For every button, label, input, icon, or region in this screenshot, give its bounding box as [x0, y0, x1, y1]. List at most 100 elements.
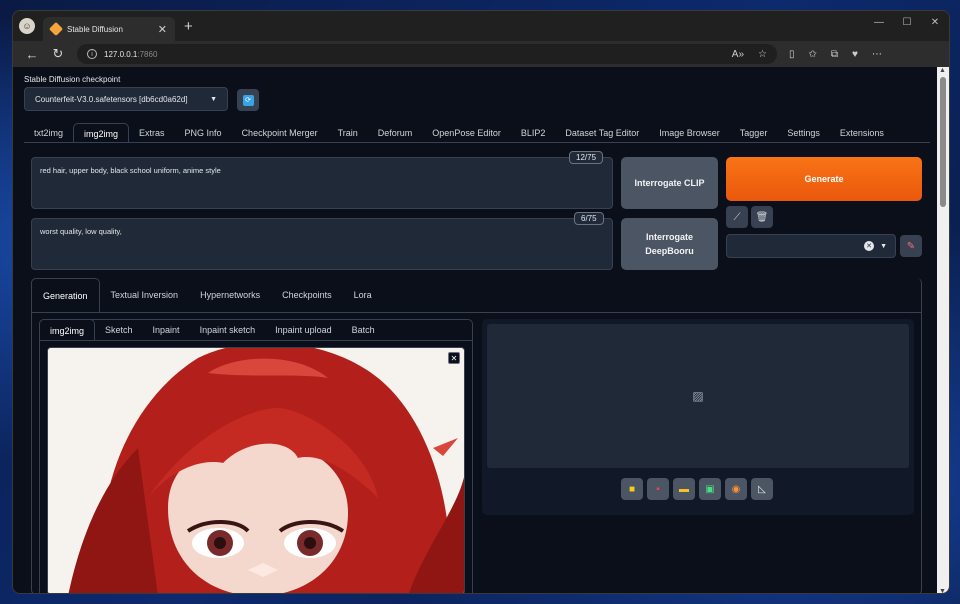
- tab-img2img[interactable]: img2img: [73, 123, 130, 143]
- tab-generation[interactable]: Generation: [31, 278, 100, 312]
- favorites-icon[interactable]: ✩: [809, 49, 817, 60]
- tab-txt2img[interactable]: txt2img: [24, 123, 73, 143]
- negative-token-counter: 6/75: [574, 212, 604, 225]
- favorite-star-icon[interactable]: ☆: [758, 49, 767, 60]
- tab-textual-inversion[interactable]: Textual Inversion: [100, 278, 190, 312]
- anime-girl-illustration: [48, 348, 464, 593]
- trash-icon: 🗑: [755, 211, 769, 223]
- paintbrush-icon: ✎: [906, 240, 916, 252]
- webui-page: Stable Diffusion checkpoint Counterfeit-…: [13, 67, 939, 593]
- scroll-thumb[interactable]: [940, 77, 946, 207]
- collections-icon[interactable]: ⧉: [831, 49, 838, 60]
- send-to-extras-button[interactable]: ◺: [751, 478, 773, 500]
- send-to-img2img-button[interactable]: ▣: [699, 478, 721, 500]
- reload-icon[interactable]: ↻: [45, 46, 71, 62]
- apply-style-button[interactable]: ✎: [900, 235, 922, 257]
- tab-inpaint-sketch[interactable]: Inpaint sketch: [190, 319, 266, 341]
- scroll-down-icon[interactable]: ▼: [939, 588, 946, 593]
- profile-avatar[interactable]: ☺: [19, 18, 35, 34]
- address-bar: ← ↻ i 127.0.0.1 :7860 A» ☆ ▯ ✩ ⧉ ♥ ⋯: [13, 41, 949, 67]
- tab-title: Stable Diffusion: [67, 24, 123, 34]
- url-port: :7860: [137, 49, 158, 59]
- tab-inpaint-upload[interactable]: Inpaint upload: [265, 319, 342, 341]
- ruler-icon: ◺: [758, 483, 766, 495]
- clear-selection-icon[interactable]: ✕: [864, 241, 875, 251]
- refresh-checkpoint-button[interactable]: ⟳: [237, 89, 259, 111]
- window-controls: — ☐ ✕: [865, 11, 949, 33]
- new-tab-icon[interactable]: +: [184, 18, 193, 35]
- more-menu-icon[interactable]: ⋯: [872, 49, 882, 60]
- tab-extensions[interactable]: Extensions: [830, 123, 894, 143]
- tab-hypernetworks[interactable]: Hypernetworks: [189, 278, 271, 312]
- tab-batch[interactable]: Batch: [342, 319, 385, 341]
- url-host: 127.0.0.1: [104, 49, 138, 59]
- archive-icon: ▬: [679, 483, 689, 495]
- main-tabs: txt2img img2img Extras PNG Info Checkpoi…: [24, 123, 894, 143]
- input-image[interactable]: ✕: [47, 347, 465, 593]
- page-scrollbar[interactable]: ▲ ▼: [937, 67, 949, 593]
- interrogate-deepbooru-button[interactable]: Interrogate DeepBooru: [621, 218, 718, 270]
- title-bar: ☺ Stable Diffusion ✕ + — ☐ ✕: [13, 11, 949, 41]
- clear-prompt-button[interactable]: 🗑: [751, 206, 773, 228]
- minimize-icon[interactable]: —: [865, 11, 893, 33]
- tab-openpose-editor[interactable]: OpenPose Editor: [422, 123, 511, 143]
- extensions-icon[interactable]: ♥: [852, 49, 858, 60]
- tab-train[interactable]: Train: [328, 123, 368, 143]
- scroll-up-icon[interactable]: ▲: [939, 67, 946, 74]
- tab-inpaint[interactable]: Inpaint: [143, 319, 190, 341]
- tab-checkpoints[interactable]: Checkpoints: [271, 278, 343, 312]
- output-gallery: ▨: [487, 324, 909, 468]
- favicon-icon: [48, 21, 64, 37]
- input-tabs-divider: [39, 340, 473, 341]
- tab-checkpoint-merger[interactable]: Checkpoint Merger: [232, 123, 328, 143]
- maximize-icon[interactable]: ☐: [893, 11, 921, 33]
- styles-dropdown[interactable]: ✕ ▼: [726, 234, 896, 258]
- tab-sketch[interactable]: Sketch: [95, 319, 143, 341]
- save-icon: ▪: [656, 483, 660, 495]
- tab-dataset-tag-editor[interactable]: Dataset Tag Editor: [555, 123, 649, 143]
- checkpoint-value: Counterfeit-V3.0.safetensors [db6cd0a62d…: [35, 94, 188, 104]
- close-window-icon[interactable]: ✕: [921, 11, 949, 33]
- browser-tab[interactable]: Stable Diffusion ✕: [43, 17, 175, 41]
- generation-tabs-divider: [31, 312, 922, 313]
- checkpoint-label: Stable Diffusion checkpoint: [24, 75, 121, 84]
- back-icon[interactable]: ←: [19, 47, 45, 62]
- negative-prompt-input[interactable]: worst quality, low quality,: [31, 218, 613, 270]
- tabs-divider: [24, 142, 930, 143]
- zip-button[interactable]: ▬: [673, 478, 695, 500]
- checkpoint-dropdown[interactable]: Counterfeit-V3.0.safetensors [db6cd0a62d…: [24, 87, 228, 111]
- save-button[interactable]: ▪: [647, 478, 669, 500]
- read-aloud-icon[interactable]: A»: [732, 49, 744, 60]
- tab-settings[interactable]: Settings: [777, 123, 830, 143]
- tab-deforum[interactable]: Deforum: [368, 123, 423, 143]
- send-to-inpaint-button[interactable]: ◉: [725, 478, 747, 500]
- remove-image-icon[interactable]: ✕: [448, 352, 460, 364]
- tab-blip2[interactable]: BLIP2: [511, 123, 556, 143]
- positive-token-counter: 12/75: [569, 151, 604, 164]
- generation-tabs: Generation Textual Inversion Hypernetwor…: [31, 278, 383, 312]
- browser-toolbar: ▯ ✩ ⧉ ♥ ⋯: [789, 49, 882, 60]
- edit-styles-button[interactable]: ⟋: [726, 206, 748, 228]
- split-screen-icon[interactable]: ▯: [789, 49, 795, 60]
- close-tab-icon[interactable]: ✕: [158, 23, 167, 36]
- url-field[interactable]: i 127.0.0.1 :7860 A» ☆: [77, 44, 777, 64]
- tab-tagger[interactable]: Tagger: [730, 123, 778, 143]
- positive-prompt-input[interactable]: red hair, upper body, black school unifo…: [31, 157, 613, 209]
- tab-image-browser[interactable]: Image Browser: [649, 123, 730, 143]
- chevron-down-icon: ▼: [210, 95, 217, 103]
- info-icon[interactable]: i: [87, 49, 97, 59]
- palette-icon: ◉: [731, 483, 741, 495]
- open-folder-button[interactable]: ■: [621, 478, 643, 500]
- chevron-down-icon: ▼: [880, 242, 887, 250]
- input-mode-tabs: img2img Sketch Inpaint Inpaint sketch In…: [39, 319, 385, 341]
- tab-img2img-input[interactable]: img2img: [39, 319, 96, 341]
- tab-png-info[interactable]: PNG Info: [175, 123, 232, 143]
- refresh-icon: ⟳: [242, 94, 254, 106]
- browser-window: ☺ Stable Diffusion ✕ + — ☐ ✕ ← ↻ i 127.0…: [12, 10, 950, 594]
- folder-icon: ■: [628, 483, 636, 495]
- generate-button[interactable]: Generate: [726, 157, 922, 201]
- image-placeholder-icon: ▨: [692, 389, 704, 403]
- tab-lora[interactable]: Lora: [343, 278, 383, 312]
- tab-extras[interactable]: Extras: [129, 123, 175, 143]
- interrogate-clip-button[interactable]: Interrogate CLIP: [621, 157, 718, 209]
